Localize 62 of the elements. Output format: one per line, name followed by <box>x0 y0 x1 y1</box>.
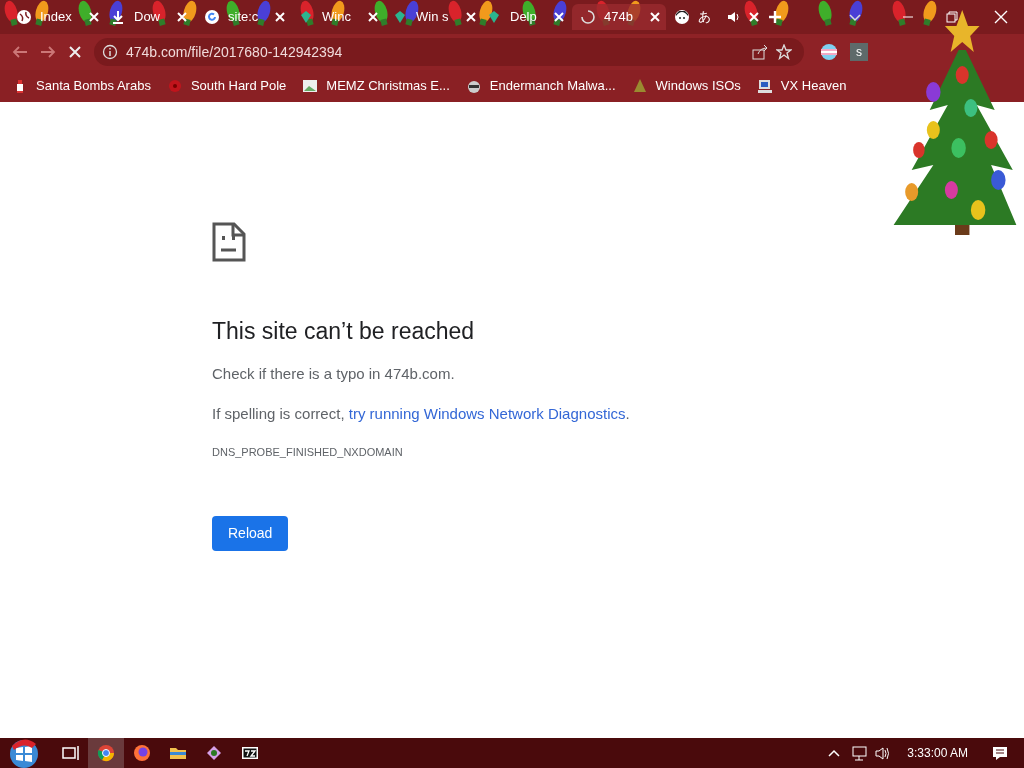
error-title: This site can’t be reached <box>212 317 476 346</box>
notifications-icon[interactable] <box>992 745 1008 761</box>
archive-app-icon <box>241 744 259 762</box>
computer-icon <box>756 78 773 94</box>
address-bar[interactable]: 474b.com/file/2017680-142942394 <box>94 38 804 66</box>
back-icon[interactable] <box>12 44 28 60</box>
bookmark[interactable]: Santa Bombs Arabs <box>12 76 151 96</box>
forward-icon[interactable] <box>40 44 56 60</box>
bookmark[interactable]: VX Heaven <box>756 76 847 96</box>
info-icon[interactable] <box>102 44 118 60</box>
network-icon[interactable] <box>852 745 868 761</box>
app-icon <box>205 744 223 762</box>
cat-face-icon <box>674 9 690 25</box>
clock[interactable]: 3:33:00 AM <box>907 744 968 762</box>
diagnostics-link[interactable]: try running Windows Network Diagnostics <box>348 405 626 422</box>
firefox-icon <box>133 744 151 762</box>
bookmark[interactable]: Endermanch Malwa... <box>465 76 616 96</box>
speaker-icon <box>727 10 740 24</box>
close-icon[interactable] <box>274 11 287 23</box>
close-icon[interactable] <box>648 11 661 23</box>
image-icon <box>302 78 319 94</box>
close-icon[interactable] <box>87 11 100 23</box>
flag-circle-icon[interactable] <box>820 43 838 61</box>
close-icon[interactable] <box>366 11 379 23</box>
stop-icon[interactable] <box>68 45 82 59</box>
download-icon <box>110 9 126 25</box>
bookmark[interactable]: MEMZ Christmas E... <box>302 76 450 96</box>
share-icon[interactable] <box>752 44 768 60</box>
close-icon[interactable] <box>176 11 188 23</box>
browser-tab[interactable]: Win s <box>384 4 478 30</box>
bookmark[interactable]: Windows ISOs <box>631 76 741 96</box>
new-tab-icon[interactable] <box>768 10 782 24</box>
browser-tab[interactable]: site:c <box>196 4 290 30</box>
error-code: DNS_PROBE_FINISHED_NXDOMAIN <box>212 444 404 460</box>
start-button-icon[interactable] <box>8 738 40 768</box>
tab-search-icon[interactable] <box>848 11 862 23</box>
error-suggestion: If spelling is correct, try running Windows Network Diagnostics. <box>212 404 630 424</box>
browser-tab[interactable]: Dow <box>102 4 196 30</box>
browser-tab[interactable]: 474b <box>572 4 666 30</box>
sad-page-icon <box>212 222 246 262</box>
extension-button[interactable]: s <box>850 43 868 61</box>
task-view-icon <box>61 744 79 762</box>
close-icon[interactable] <box>552 11 565 23</box>
loading-spinner-icon <box>580 9 596 25</box>
close-icon[interactable] <box>994 10 1008 24</box>
star-icon[interactable] <box>776 44 792 60</box>
close-icon[interactable] <box>464 11 477 23</box>
chevron-up-icon[interactable] <box>828 748 841 758</box>
gem-icon <box>486 9 502 25</box>
browser-tab[interactable]: あ <box>666 4 760 30</box>
restore-icon[interactable] <box>946 11 958 23</box>
browser-tab[interactable]: Index <box>8 4 102 30</box>
browser-tab[interactable]: Winc <box>290 4 384 30</box>
browser-tab[interactable]: Delp <box>478 4 572 30</box>
chrome-icon <box>97 744 115 762</box>
volume-icon[interactable] <box>875 745 892 761</box>
bookmark[interactable]: South Hard Pole <box>166 76 287 96</box>
gem-icon <box>298 9 314 25</box>
gem-icon <box>392 9 408 25</box>
close-icon[interactable] <box>748 11 760 23</box>
error-message: Check if there is a typo in 474b.com. <box>212 363 456 384</box>
reload-button[interactable]: Reload <box>212 516 289 551</box>
